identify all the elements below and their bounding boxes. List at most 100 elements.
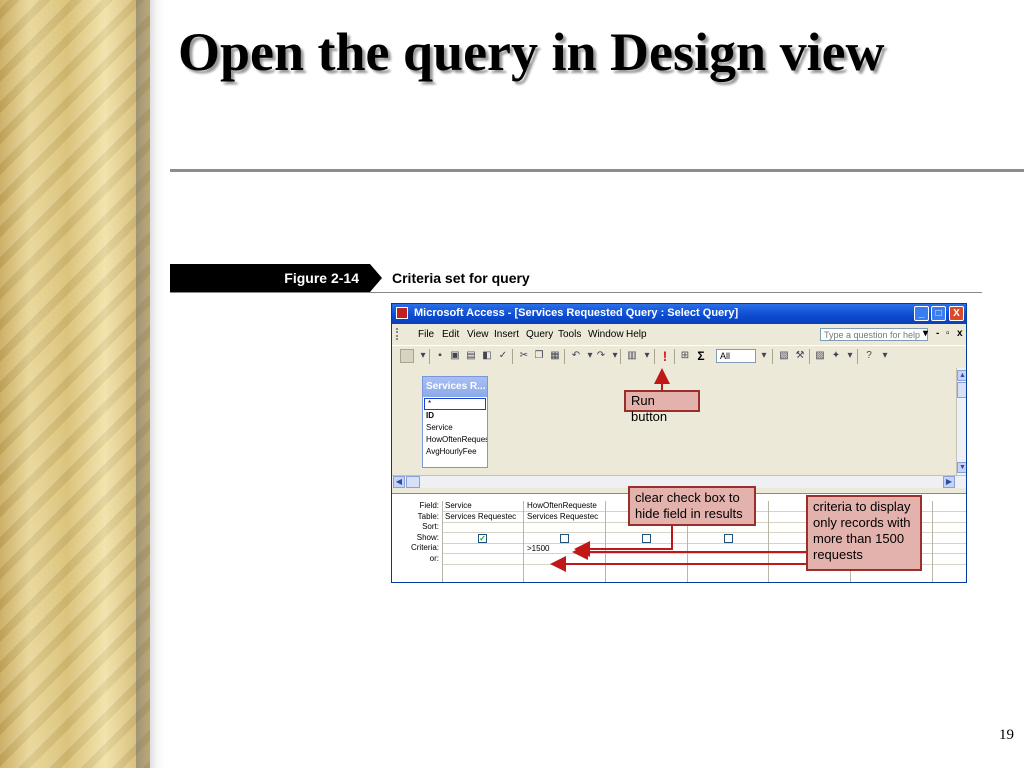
view-dropdown-icon[interactable]: ▾ [416,349,430,363]
figure-number: Figure 2-14 [170,264,370,292]
query-type-icon[interactable]: ▥ [625,349,639,363]
spelling-icon[interactable]: ✓ [496,349,510,363]
page-number: 19 [999,727,1014,743]
menu-bar: File Edit View Insert Query Tools Window… [392,325,966,344]
scroll-down-icon[interactable]: ▼ [957,462,966,473]
field-list-item[interactable]: AvgHourlyFee [423,446,487,458]
copy-icon[interactable]: ❐ [532,349,546,363]
table-pane-vertical-scrollbar[interactable]: ▲ ▼ [956,368,966,475]
close-button[interactable]: X [949,306,964,321]
field-list[interactable]: Services R... * ID Service HowOftenReque… [422,376,488,468]
figure-arrow [370,264,382,292]
grid-column-line [932,501,933,582]
grid-column-line [768,501,769,582]
menu-insert[interactable]: Insert [494,329,519,340]
cut-icon[interactable]: ✂ [517,349,531,363]
grid-column-line [442,501,443,582]
view-icon[interactable] [400,349,414,363]
show-checkbox[interactable]: ✓ [478,534,487,543]
doc-close-button[interactable]: x [957,328,963,339]
horizontal-scroll-thumb[interactable] [406,476,420,488]
show-checkbox[interactable] [724,534,733,543]
maximize-button[interactable]: □ [931,306,946,321]
toolbar-separator [429,349,430,364]
help-search-input[interactable]: Type a question for help [820,328,928,341]
row-label-sort: Sort: [422,522,439,531]
print-icon[interactable]: ▤ [464,349,478,363]
properties-icon[interactable]: ▧ [777,349,791,363]
field-list-item[interactable]: ID [423,410,487,422]
show-table-icon[interactable]: ⊞ [678,349,692,363]
undo-icon[interactable]: ↶ [569,349,583,363]
toolbar-separator [674,349,675,364]
menubar-grip[interactable] [396,328,408,340]
print-preview-icon[interactable]: ◧ [480,349,494,363]
top-values-combo[interactable]: All [716,349,756,363]
table-pane: Services R... * ID Service HowOftenReque… [392,368,956,475]
row-label-criteria: Criteria: [410,543,439,552]
query-design-toolbar: ▾ ▪ ▣ ▤ ◧ ✓ ✂ ❐ ▦ ↶ ▾ ↷ ▾ ▥ ▾ ! ⊞ Σ All … [392,345,966,369]
run-button[interactable]: ! [658,349,672,363]
search-icon[interactable]: ▣ [448,349,462,363]
scroll-thumb[interactable] [957,382,966,398]
toolbar-separator [654,349,655,364]
query-type-dropdown-icon[interactable]: ▾ [640,349,654,363]
figure-header: Figure 2-14 Criteria set for query [170,264,982,293]
show-checkbox[interactable] [560,534,569,543]
help-icon[interactable]: ? [862,349,876,363]
run-button-callout: Run button [624,390,700,424]
new-object-icon[interactable]: ✦ [829,349,843,363]
show-checkbox[interactable] [642,534,651,543]
field-list-title[interactable]: Services R... [423,377,487,397]
grid-field-cell[interactable]: HowOftenRequeste [527,501,603,511]
new-object-dropdown-icon[interactable]: ▾ [843,349,857,363]
minimize-button[interactable]: _ [914,306,929,321]
field-list-item[interactable]: HowOftenRequested [423,434,487,446]
grid-criteria-cell[interactable]: >1500 [527,544,603,554]
clear-checkbox-callout: clear check box to hide field in results [628,486,756,526]
criteria-callout: criteria to display only records with mo… [806,495,922,571]
menu-view[interactable]: View [467,329,489,340]
toolbar-separator [772,349,773,364]
scroll-up-icon[interactable]: ▲ [957,370,966,381]
row-label-show: Show: [416,532,439,542]
field-list-item[interactable]: * [424,398,486,410]
row-label-or: or: [429,553,439,563]
grid-table-cell[interactable]: Services Requestec [527,512,603,522]
build-icon[interactable]: ⚒ [793,349,807,363]
window-title: Microsoft Access - [Services Requested Q… [414,307,739,319]
scroll-left-icon[interactable]: ◀ [393,476,405,488]
design-grid-row-labels: Field: Table: Sort: Show: Criteria: or: [392,501,442,564]
top-values-dropdown-icon[interactable]: ▾ [757,349,771,363]
toolbar-options-icon[interactable]: ▾ [878,349,892,363]
menu-help[interactable]: Help [626,329,647,340]
access-app-icon[interactable] [396,307,408,319]
toolbar-separator [620,349,621,364]
menu-edit[interactable]: Edit [442,329,459,340]
doc-restore-button[interactable]: ▫ [946,328,950,339]
window-titlebar[interactable]: Microsoft Access - [Services Requested Q… [392,304,966,324]
save-icon[interactable]: ▪ [433,349,447,363]
figure-caption: Criteria set for query [392,270,530,286]
doc-minimize-button[interactable]: - [936,328,939,339]
toolbar-separator [857,349,858,364]
title-rule [170,169,1024,172]
grid-table-cell[interactable]: Services Requestec [445,512,521,522]
field-list-item[interactable]: Service [423,422,487,434]
database-window-icon[interactable]: ▨ [813,349,827,363]
totals-icon[interactable]: Σ [694,349,708,363]
toolbar-separator [564,349,565,364]
redo-icon[interactable]: ↷ [594,349,608,363]
menu-window[interactable]: Window [588,329,624,340]
grid-field-cell[interactable]: Service [445,501,521,511]
menu-query[interactable]: Query [526,329,553,340]
row-label-table: Table: [417,511,439,521]
grid-column-line [523,501,524,582]
menu-file[interactable]: File [418,329,434,340]
grid-column-line [605,501,606,582]
row-label-field: Field: [419,501,439,510]
help-dropdown-icon[interactable]: ▾ [923,328,928,339]
scroll-right-icon[interactable]: ▶ [943,476,955,488]
paste-icon[interactable]: ▦ [548,349,562,363]
menu-tools[interactable]: Tools [558,329,581,340]
